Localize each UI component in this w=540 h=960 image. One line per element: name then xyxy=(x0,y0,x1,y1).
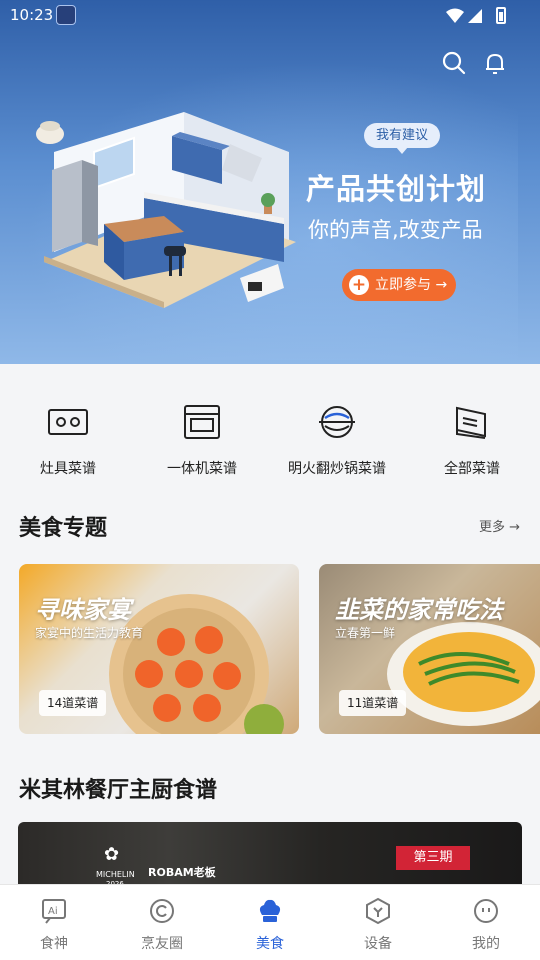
category-label: 一体机菜谱 xyxy=(167,461,237,477)
wok-icon xyxy=(319,406,355,438)
book-icon xyxy=(456,406,486,439)
device-icon xyxy=(366,897,390,925)
battery-icon xyxy=(496,7,506,24)
category-oven[interactable]: 一体机菜谱 xyxy=(142,392,262,478)
topic-card-subtitle: 立春第一鲜 xyxy=(335,626,396,640)
more-link[interactable]: 更多 → xyxy=(479,516,520,535)
search-icon[interactable] xyxy=(441,50,467,76)
circle-icon xyxy=(150,899,174,923)
category-all[interactable]: 全部菜谱 xyxy=(412,392,532,478)
topic-card-title: 韭菜的家常吃法 xyxy=(335,596,503,624)
oven-icon xyxy=(184,405,220,439)
nav-label: 设备 xyxy=(364,936,392,952)
chef-hat-icon xyxy=(259,899,281,922)
suggest-badge[interactable]: 我有建议 xyxy=(364,123,441,154)
profile-icon xyxy=(474,899,498,923)
hero-subtitle: 你的声音,改变产品 xyxy=(308,218,483,242)
status-bar: 10:23 xyxy=(0,0,540,32)
hero-title: 产品共创计划 xyxy=(306,172,487,206)
svg-text:Ai: Ai xyxy=(48,906,58,917)
nav-label: 我的 xyxy=(472,936,500,952)
category-label: 明火翻炒锅菜谱 xyxy=(288,461,386,477)
topic-card-title: 寻味家宴 xyxy=(35,596,131,624)
category-row: 灶具菜谱 一体机菜谱 明火翻炒锅菜谱 全部菜谱 xyxy=(0,392,540,480)
michelin-title: 米其林餐厅主厨食谱 xyxy=(19,778,218,803)
topic-card-family-feast[interactable]: 寻味家宴 家宴中的生活力教育 14道菜谱 xyxy=(19,564,299,734)
wifi-signal-icon xyxy=(446,8,482,23)
robam-logo: ROBAM老板 xyxy=(148,866,216,879)
nav-label: 美食 xyxy=(256,936,284,952)
nav-item-circle[interactable]: 烹友圈 xyxy=(108,885,216,960)
category-label: 灶具菜谱 xyxy=(40,461,96,477)
nav-item-food[interactable]: 美食 xyxy=(216,885,324,960)
nav-label: 食神 xyxy=(40,936,68,952)
bottom-nav: Ai 食神 烹友圈 美食 设备 我的 xyxy=(0,884,540,960)
category-wok[interactable]: 明火翻炒锅菜谱 xyxy=(277,392,397,478)
ai-icon: Ai xyxy=(42,899,66,924)
chives-dish-illustration xyxy=(387,622,540,726)
app-notification-icon xyxy=(56,5,76,25)
topic-card-chives[interactable]: 韭菜的家常吃法 立春第一鲜 11道菜谱 xyxy=(319,564,540,734)
join-button-label: 立即参与 → xyxy=(375,277,448,293)
food-topics-title: 美食专题 xyxy=(19,516,108,541)
bell-icon[interactable] xyxy=(482,50,508,76)
category-label: 全部菜谱 xyxy=(444,461,500,477)
nav-item-shishen[interactable]: Ai 食神 xyxy=(0,885,108,960)
category-stove[interactable]: 灶具菜谱 xyxy=(8,392,128,478)
nav-label: 烹友圈 xyxy=(141,936,183,952)
plus-icon: + xyxy=(349,275,369,295)
michelin-logo-text: MICHELIN xyxy=(96,870,135,879)
join-button[interactable]: + 立即参与 → xyxy=(342,269,456,301)
nav-item-device[interactable]: 设备 xyxy=(324,885,432,960)
michelin-logo-icon: ✿ xyxy=(104,844,120,865)
kitchen-illustration xyxy=(36,112,296,308)
recipe-count-badge: 14道菜谱 xyxy=(39,690,107,716)
nav-item-profile[interactable]: 我的 xyxy=(432,885,540,960)
stove-icon xyxy=(48,409,88,435)
issue-badge: 第三期 xyxy=(396,846,470,870)
recipe-count-badge: 11道菜谱 xyxy=(339,690,407,716)
topic-card-subtitle: 家宴中的生活力教育 xyxy=(35,626,144,640)
status-time: 10:23 xyxy=(10,6,54,24)
